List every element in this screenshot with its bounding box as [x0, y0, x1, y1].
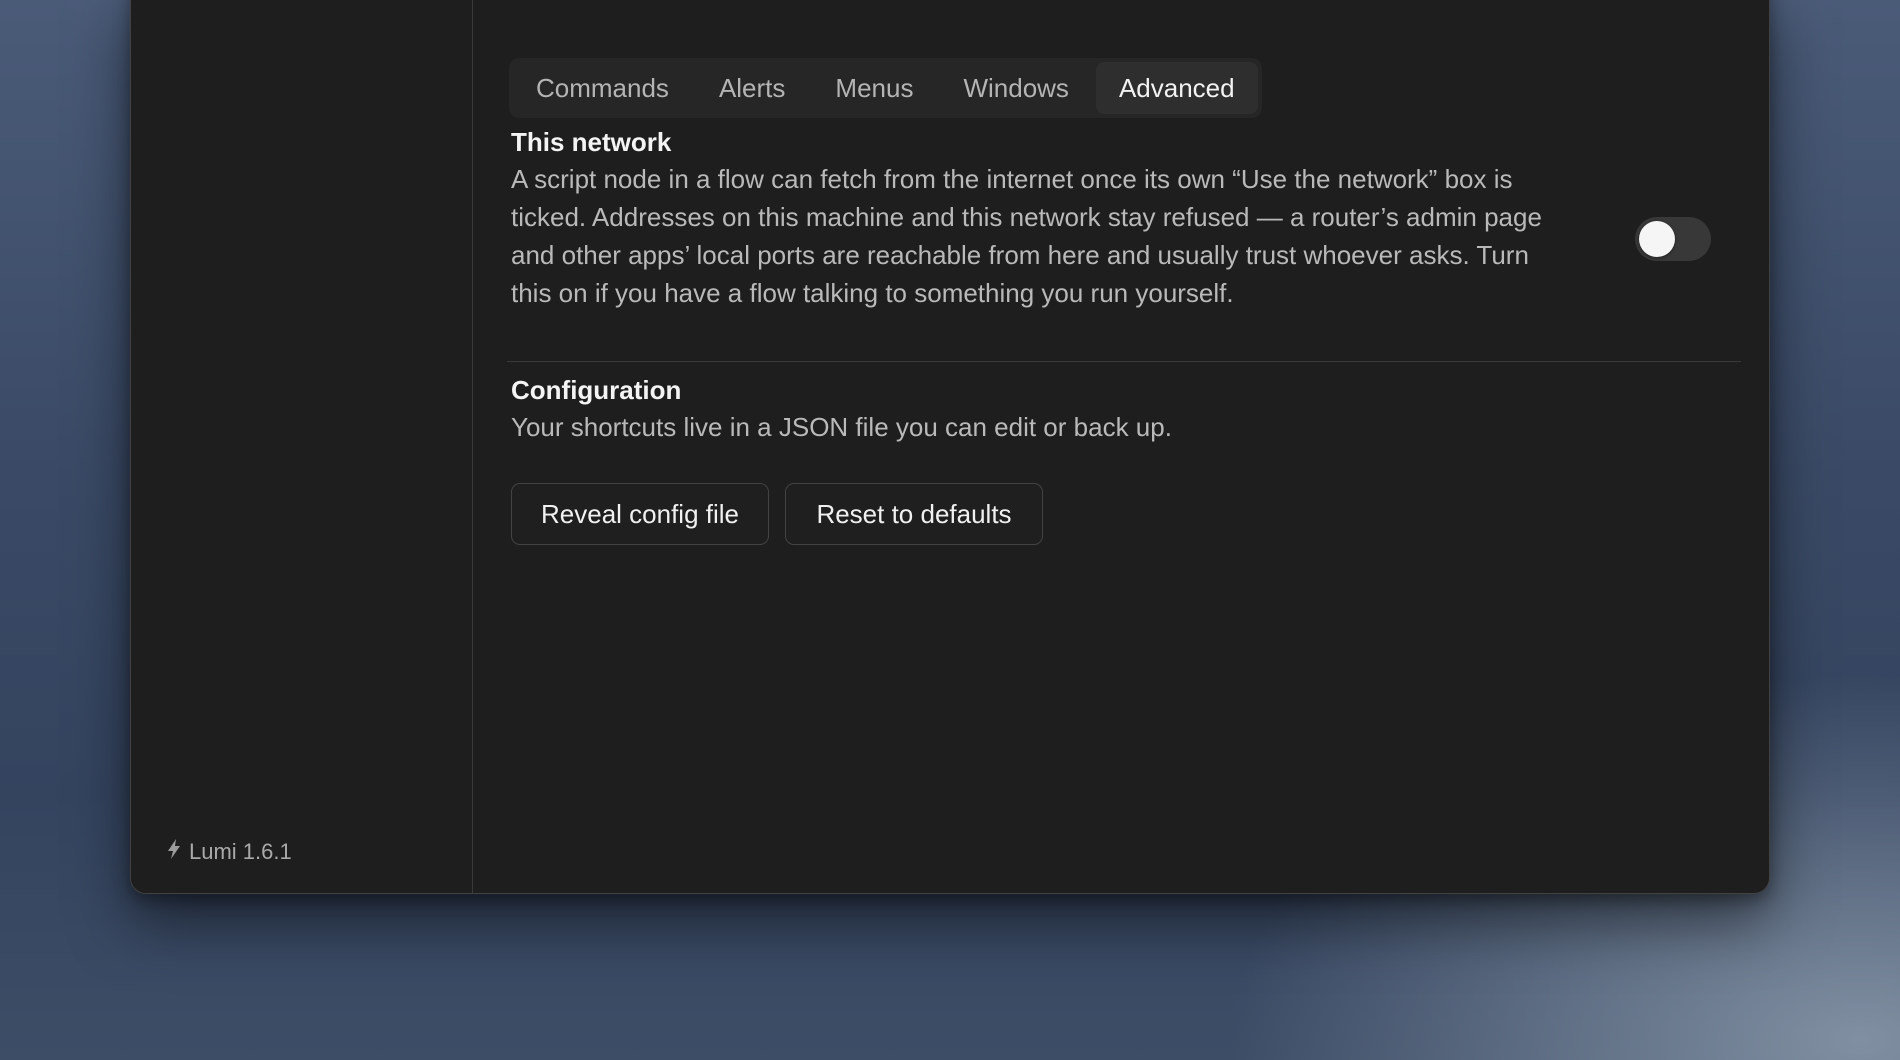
- network-description-line: ticked. Addresses on this machine and th…: [511, 202, 1542, 232]
- tab-menus[interactable]: Menus: [812, 62, 936, 114]
- toggle-knob: [1639, 221, 1675, 257]
- tab-commands[interactable]: Commands: [513, 62, 692, 114]
- settings-window: Lumi 1.6.1 Commands Alerts Menus Windows…: [130, 0, 1770, 894]
- network-description-line: and other apps’ local ports are reachabl…: [511, 240, 1529, 270]
- settings-content: Commands Alerts Menus Windows Advanced T…: [473, 0, 1769, 893]
- configuration-description: Your shortcuts live in a JSON file you c…: [511, 412, 1172, 442]
- section-divider: [507, 361, 1741, 362]
- reveal-config-button[interactable]: Reveal config file: [511, 483, 769, 545]
- tab-alerts[interactable]: Alerts: [696, 62, 808, 114]
- network-section-title: This network: [511, 127, 672, 157]
- network-toggle[interactable]: [1635, 217, 1711, 261]
- configuration-section-title: Configuration: [511, 375, 682, 405]
- sidebar: Lumi 1.6.1: [131, 0, 473, 893]
- network-description: A script node in a flow can fetch from t…: [511, 160, 1542, 312]
- tab-bar: Commands Alerts Menus Windows Advanced: [509, 58, 1262, 118]
- network-description-line: this on if you have a flow talking to so…: [511, 278, 1234, 308]
- app-version-label: Lumi 1.6.1: [189, 839, 292, 864]
- network-description-line: A script node in a flow can fetch from t…: [511, 164, 1513, 194]
- reset-defaults-button[interactable]: Reset to defaults: [785, 483, 1043, 545]
- tab-advanced[interactable]: Advanced: [1095, 62, 1258, 114]
- tab-windows[interactable]: Windows: [940, 62, 1091, 114]
- bolt-icon: [167, 839, 181, 865]
- app-version: Lumi 1.6.1: [167, 839, 292, 865]
